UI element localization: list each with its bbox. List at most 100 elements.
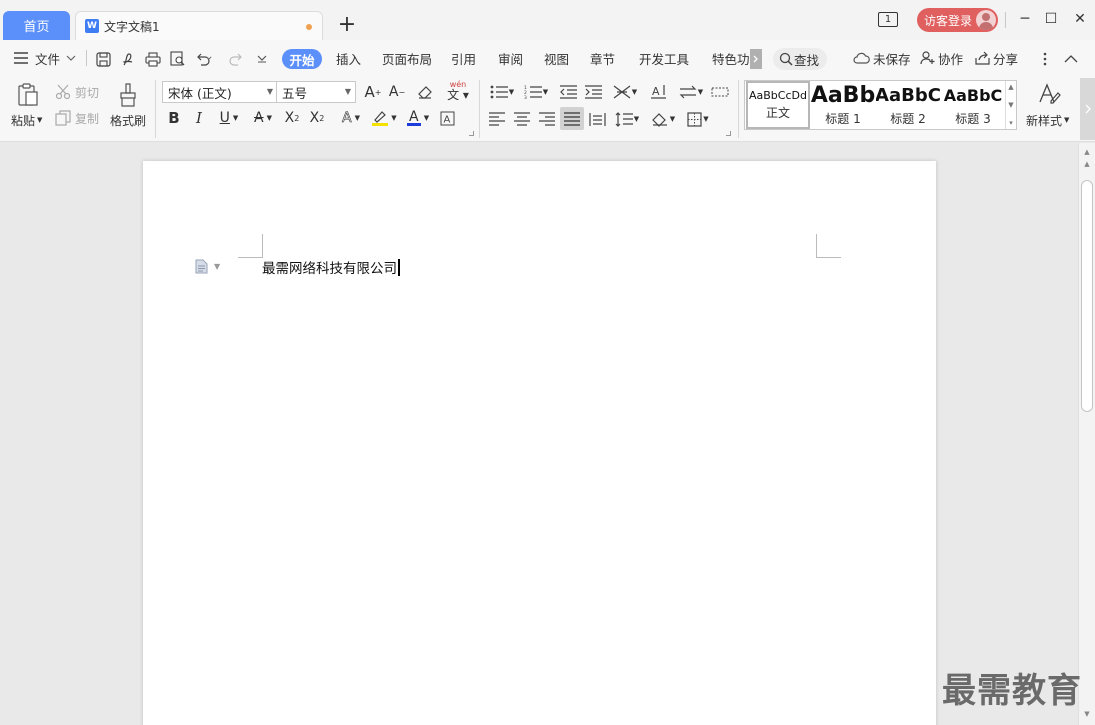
tab-features[interactable]: 特色功 — [712, 49, 749, 67]
collab-button[interactable]: 协作 — [920, 49, 963, 67]
svg-text:3: 3 — [524, 95, 527, 99]
scrollbar-thumb[interactable] — [1081, 180, 1093, 412]
line-spacing-button[interactable]: ▼ — [613, 110, 641, 128]
more-options-icon[interactable] — [1038, 50, 1052, 68]
collapse-ribbon-icon[interactable] — [1062, 50, 1080, 68]
justify-icon[interactable] — [560, 107, 584, 130]
paragraph-dialog-launcher[interactable] — [726, 131, 731, 136]
new-style-button[interactable]: 新样式 ▼ — [1026, 112, 1069, 128]
divider — [1005, 12, 1006, 28]
new-style-icon[interactable] — [1036, 81, 1062, 107]
side-panel-toggle[interactable] — [1080, 78, 1095, 140]
minimize-button[interactable]: ─ — [1016, 10, 1034, 28]
highlight-button[interactable]: ▼ — [370, 109, 398, 127]
divider — [479, 80, 480, 138]
increase-font-icon[interactable]: A + — [363, 82, 383, 102]
window-count-button[interactable]: 1 — [878, 12, 898, 27]
guest-login-button[interactable]: 访客登录 — [917, 8, 998, 32]
tab-section[interactable]: 章节 — [590, 49, 615, 67]
print-icon[interactable] — [144, 50, 162, 68]
styles-scrollbar[interactable]: ▲ ▼ ▾ — [1005, 81, 1016, 129]
maximize-button[interactable]: ☐ — [1042, 10, 1060, 28]
redo-icon[interactable] — [227, 50, 245, 68]
paste-icon[interactable] — [15, 82, 41, 108]
phonetic-guide-button[interactable]: wén 文 ▾ — [443, 78, 473, 104]
tab-references[interactable]: 引用 — [451, 49, 476, 67]
bullet-list-button[interactable]: ▼ — [488, 83, 516, 101]
document-page[interactable]: ▼ 最需网络科技有限公司 — [143, 161, 936, 725]
copy-button[interactable]: 复制 — [55, 109, 99, 127]
font-color-button[interactable]: A ▼ — [404, 109, 432, 127]
format-painter-icon[interactable] — [117, 82, 139, 108]
shading-button[interactable]: ▼ — [649, 110, 677, 128]
italic-icon[interactable]: I — [192, 109, 206, 127]
style-heading-1[interactable]: AaBb 标题 1 — [811, 81, 875, 129]
decrease-font-icon[interactable]: A − — [387, 82, 407, 102]
distributed-align-icon[interactable] — [588, 110, 606, 128]
chinese-layout-button[interactable]: ▼ — [611, 83, 639, 101]
document-icon — [195, 259, 208, 273]
font-dialog-launcher[interactable] — [469, 131, 474, 136]
strikethrough-button[interactable]: A ▼ — [249, 109, 277, 127]
underline-button[interactable]: U ▼ — [215, 109, 243, 127]
sort-button[interactable]: ▼ — [677, 83, 705, 101]
style-heading-1-label: 标题 1 — [825, 111, 861, 126]
scroll-down-icon[interactable]: ▼ — [1082, 709, 1092, 719]
clear-format-icon[interactable] — [415, 82, 435, 102]
tab-page-layout[interactable]: 页面布局 — [382, 49, 432, 67]
new-tab-button[interactable]: + — [337, 12, 357, 37]
tab-view[interactable]: 视图 — [544, 49, 569, 67]
scroll-page-up-icon[interactable]: ▲ — [1082, 159, 1092, 169]
show-marks-icon[interactable] — [710, 83, 730, 101]
paste-button[interactable]: 粘贴 ▼ — [11, 112, 42, 128]
numbered-list-button[interactable]: 123 ▼ — [522, 83, 550, 101]
collaborate-icon — [920, 51, 935, 65]
tab-developer[interactable]: 开发工具 — [639, 49, 689, 67]
margin-mark — [262, 234, 263, 258]
align-center-icon[interactable] — [513, 110, 531, 128]
undo-icon[interactable] — [194, 50, 220, 68]
text-effect-button[interactable]: A ▼ — [337, 109, 365, 127]
paragraph-handle[interactable]: ▼ — [195, 258, 225, 274]
character-border-icon[interactable]: A — [438, 109, 456, 127]
cut-button[interactable]: 剪切 — [55, 83, 99, 101]
search-button[interactable]: 查找 — [773, 48, 827, 70]
scroll-up-icon[interactable]: ▲ — [1082, 147, 1092, 157]
export-pdf-icon[interactable] — [119, 50, 137, 68]
borders-button[interactable]: ▼ — [684, 110, 712, 128]
close-button[interactable]: ✕ — [1071, 10, 1089, 28]
text-caret — [398, 258, 400, 276]
save-icon[interactable] — [94, 50, 112, 68]
font-size-select[interactable]: 五号 ▼ — [276, 81, 356, 103]
tab-start[interactable]: 开始 — [282, 49, 322, 69]
decrease-indent-icon[interactable] — [559, 83, 577, 101]
tab-home[interactable]: 首页 — [3, 11, 70, 40]
tab-document[interactable]: W 文字文稿1 — [75, 11, 323, 40]
superscript-icon[interactable]: X2 — [282, 109, 302, 127]
menu-file[interactable]: 文件 — [35, 49, 76, 67]
print-preview-icon[interactable] — [169, 50, 187, 68]
tab-insert[interactable]: 插入 — [336, 49, 361, 67]
tab-review[interactable]: 审阅 — [498, 49, 523, 67]
hamburger-menu-icon[interactable] — [13, 50, 29, 66]
font-name-select[interactable]: 宋体 (正文) ▼ — [162, 81, 278, 103]
style-heading-2[interactable]: AaBbC 标题 2 — [876, 81, 940, 129]
unsaved-button[interactable]: 未保存 — [853, 49, 911, 67]
bold-icon[interactable]: B — [166, 109, 182, 127]
align-left-icon[interactable] — [488, 110, 506, 128]
subscript-icon[interactable]: X2 — [307, 109, 327, 127]
tabs-scroll-right-button[interactable] — [750, 49, 762, 69]
text-direction-icon[interactable]: A — [648, 83, 668, 101]
style-heading-3[interactable]: AaBbC 标题 3 — [941, 81, 1005, 129]
vertical-scrollbar[interactable]: ▲ ▲ ▼ — [1078, 143, 1095, 725]
chevron-up-icon[interactable]: ▲ — [1008, 83, 1013, 91]
quick-access-dropdown-icon[interactable] — [254, 50, 270, 68]
share-button[interactable]: 分享 — [975, 49, 1018, 67]
increase-indent-icon[interactable] — [584, 83, 602, 101]
style-normal[interactable]: AaBbCcDd 正文 — [746, 81, 810, 129]
format-painter-button[interactable]: 格式刷 — [110, 112, 146, 128]
document-paragraph[interactable]: 最需网络科技有限公司 — [262, 257, 400, 277]
chevron-down-icon[interactable]: ▼ — [1008, 101, 1013, 109]
expand-icon[interactable]: ▾ — [1009, 119, 1013, 127]
align-right-icon[interactable] — [538, 110, 556, 128]
